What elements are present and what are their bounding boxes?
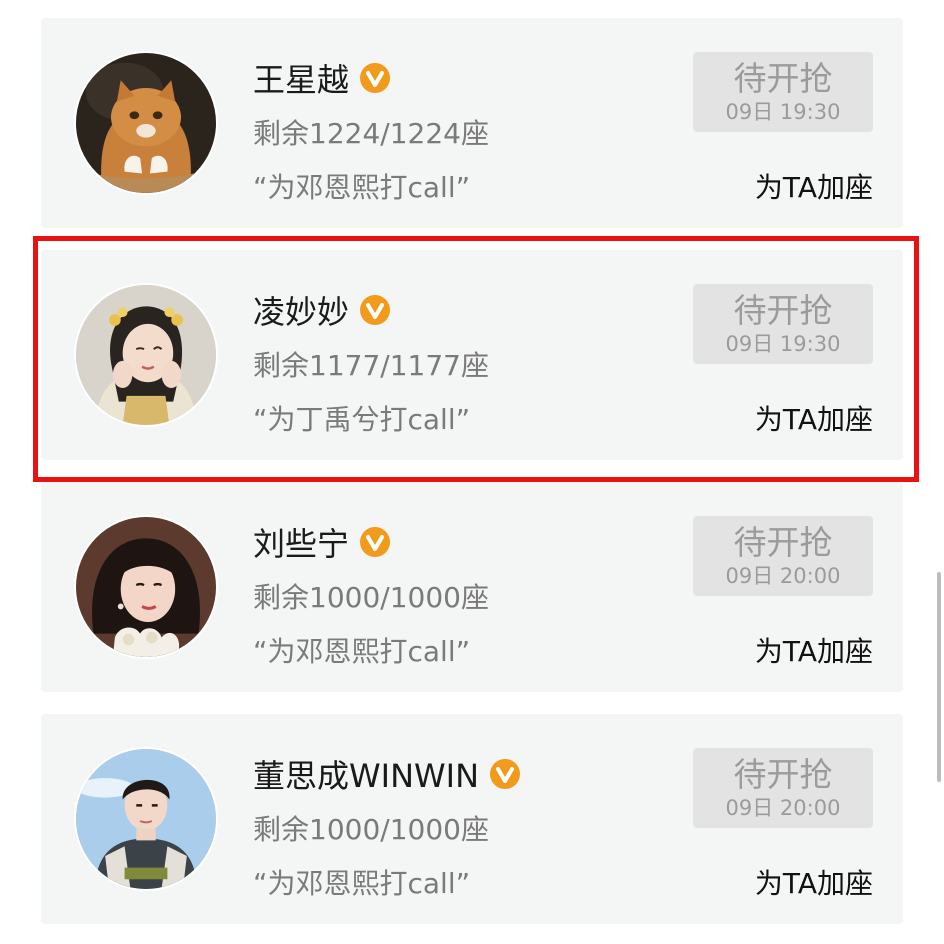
cheer-slogan: “为邓恩熙打call” bbox=[253, 635, 471, 668]
add-seat-link[interactable]: 为TA加座 bbox=[755, 630, 873, 670]
woman-portrait-avatar-image bbox=[76, 517, 216, 657]
grab-button-label: 待开抢 bbox=[733, 291, 833, 330]
avatar[interactable] bbox=[74, 747, 218, 891]
list-item: 刘些宁 剩余1000/1000座 “为邓恩熙打call” 待开抢 09日 20:… bbox=[41, 482, 903, 692]
cheer-slogan: “为丁禹兮打call” bbox=[253, 403, 471, 436]
name-row: 凌妙妙 bbox=[253, 288, 391, 332]
cat-avatar-image bbox=[76, 53, 216, 193]
grab-button-time: 09日 20:00 bbox=[725, 564, 841, 588]
seats-remaining: 剩余1224/1224座 bbox=[253, 117, 489, 150]
verified-v-icon bbox=[490, 759, 521, 789]
grab-button-time: 09日 19:30 bbox=[725, 100, 841, 124]
avatar[interactable] bbox=[74, 515, 218, 659]
booking-list: 王星越 剩余1224/1224座 “为邓恩熙打call” 待开抢 09日 19:… bbox=[0, 0, 944, 944]
seats-remaining: 剩余1177/1177座 bbox=[253, 349, 489, 382]
seats-remaining: 剩余1000/1000座 bbox=[253, 581, 489, 614]
avatar[interactable] bbox=[74, 283, 218, 427]
avatar[interactable] bbox=[74, 51, 218, 195]
list-item: 王星越 剩余1224/1224座 “为邓恩熙打call” 待开抢 09日 19:… bbox=[41, 18, 903, 228]
cheer-slogan: “为邓恩熙打call” bbox=[253, 867, 471, 900]
streamer-name[interactable]: 凌妙妙 bbox=[253, 287, 349, 333]
grab-ticket-button[interactable]: 待开抢 09日 19:30 bbox=[693, 284, 873, 364]
name-row: 刘些宁 bbox=[253, 520, 391, 564]
streamer-name[interactable]: 刘些宁 bbox=[253, 519, 349, 565]
cheer-slogan: “为邓恩熙打call” bbox=[253, 171, 471, 204]
list-item: 董思成WINWIN 剩余1000/1000座 “为邓恩熙打call” 待开抢 0… bbox=[41, 714, 903, 924]
grab-button-time: 09日 19:30 bbox=[725, 332, 841, 356]
verified-v-icon bbox=[360, 295, 391, 325]
add-seat-link[interactable]: 为TA加座 bbox=[755, 398, 873, 438]
list-item: 凌妙妙 剩余1177/1177座 “为丁禹兮打call” 待开抢 09日 19:… bbox=[41, 250, 903, 460]
man-portrait-avatar-image bbox=[76, 749, 216, 889]
streamer-name[interactable]: 董思成WINWIN bbox=[253, 751, 479, 797]
add-seat-link[interactable]: 为TA加座 bbox=[755, 166, 873, 206]
grab-button-label: 待开抢 bbox=[733, 523, 833, 562]
add-seat-link[interactable]: 为TA加座 bbox=[755, 862, 873, 902]
scrollbar[interactable] bbox=[937, 572, 941, 782]
grab-button-label: 待开抢 bbox=[733, 755, 833, 794]
grab-ticket-button[interactable]: 待开抢 09日 19:30 bbox=[693, 52, 873, 132]
streamer-name[interactable]: 王星越 bbox=[253, 55, 349, 101]
verified-v-icon bbox=[360, 63, 391, 93]
name-row: 董思成WINWIN bbox=[253, 752, 521, 796]
grab-button-time: 09日 20:00 bbox=[725, 796, 841, 820]
name-row: 王星越 bbox=[253, 56, 391, 100]
grab-ticket-button[interactable]: 待开抢 09日 20:00 bbox=[693, 748, 873, 828]
seats-remaining: 剩余1000/1000座 bbox=[253, 813, 489, 846]
verified-v-icon bbox=[360, 527, 391, 557]
grab-ticket-button[interactable]: 待开抢 09日 20:00 bbox=[693, 516, 873, 596]
grab-button-label: 待开抢 bbox=[733, 59, 833, 98]
costume-woman-avatar-image bbox=[76, 285, 216, 425]
